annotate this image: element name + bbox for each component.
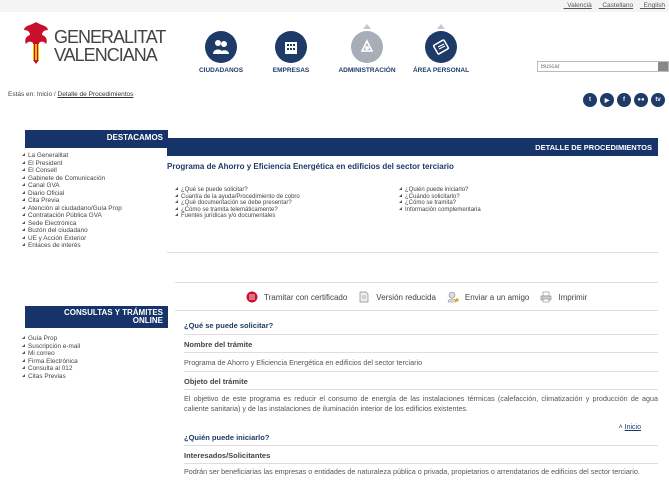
sidebar-item-citas-previas[interactable]: Citas Previas — [22, 373, 168, 381]
bat-emblem-icon — [24, 22, 48, 64]
detalle-procedimientos-header: DETALLE DE PROCEDIMIENTOS — [167, 138, 658, 156]
divider — [184, 352, 658, 353]
sidebar-item-ue[interactable]: UE y Acción Exterior — [22, 235, 168, 243]
divider — [184, 371, 658, 372]
sidebar-item-firma[interactable]: Firma Electrónica — [22, 358, 168, 366]
back-to-top-link[interactable]: ˄ Inicio — [619, 424, 641, 431]
divider — [175, 310, 658, 311]
nav-administracion[interactable]: ADMINISTRACIÓN — [327, 24, 407, 74]
sidebar-item-cita-previa[interactable]: Cita Previa — [22, 197, 168, 205]
nombre-tramite-value: Programa de Ahorro y Eficiencia Energéti… — [184, 358, 423, 367]
document-icon — [359, 291, 369, 303]
objeto-tramite-label: Objeto del trámite — [184, 377, 248, 386]
destacamos-list: La Generalitat El President El Consell G… — [22, 152, 168, 250]
interesados-label: Interesados/Solicitantes — [184, 451, 271, 460]
divider — [184, 445, 658, 446]
generalitat-logo[interactable]: GENERALITAT VALENCIANA — [22, 20, 166, 70]
tramitar-certificado-label: Tramitar con certificado — [264, 292, 348, 302]
nav-empresas[interactable]: EMPRESAS — [251, 24, 331, 74]
toc-right-list: ¿Quién puede iniciarlo? ¿Cuándo solicita… — [399, 187, 481, 213]
certificate-icon — [246, 291, 258, 303]
sidebar-item-atencion[interactable]: Atención al ciudadano/Guía Prop — [22, 205, 168, 213]
divider — [184, 463, 658, 464]
divider — [167, 252, 658, 253]
sidebar-item-contratacion[interactable]: Contratación Pública GVA — [22, 212, 168, 220]
nav-ciudadanos-label: CIUDADANOS — [198, 67, 244, 74]
lang-castellano-link[interactable]: _Castellano — [599, 2, 633, 9]
consultas-title-line2: ONLINE — [132, 316, 163, 325]
nav-ciudadanos[interactable]: CIUDADANOS — [181, 24, 261, 74]
nombre-tramite-label: Nombre del trámite — [184, 340, 253, 349]
toc-left-list: ¿Qué se puede solicitar? Cuantía de la a… — [175, 187, 300, 220]
sidebar-item-president[interactable]: El President — [22, 160, 168, 168]
citizens-icon — [205, 31, 237, 63]
administration-icon — [351, 31, 383, 63]
objeto-tramite-value: El objetivo de este programa es reducir … — [184, 394, 658, 413]
language-selector: _Valencià _Castellano _English — [564, 2, 665, 9]
consultas-header: CONSULTAS Y TRÁMITES ONLINE — [25, 306, 168, 328]
nav-area-personal-label: ÁREA PERSONAL — [412, 67, 470, 74]
logo-text-line1: GENERALITAT — [54, 27, 166, 47]
facebook-icon[interactable]: f — [617, 93, 631, 107]
lang-english-link[interactable]: _English — [640, 2, 665, 9]
divider — [184, 334, 658, 335]
send-friend-icon — [447, 291, 459, 303]
sidebar-item-guia-prop[interactable]: Guía Prop — [22, 335, 168, 343]
section-heading-que-se-puede-solicitar: ¿Qué se puede solicitar? — [184, 321, 274, 330]
sidebar-item-buzon[interactable]: Buzón del ciudadano — [22, 227, 168, 235]
tramitar-certificado-button[interactable]: Tramitar con certificado — [246, 291, 347, 303]
sidebar-item-enlaces[interactable]: Enlaces de interés — [22, 242, 168, 250]
sidebar-item-generalitat[interactable]: La Generalitat — [22, 152, 168, 160]
imprimir-label: Imprimir — [558, 292, 588, 302]
nav-empresas-label: EMPRESAS — [272, 67, 310, 74]
lang-valencia-link[interactable]: _Valencià — [564, 2, 592, 9]
youtube-icon[interactable]: ▶ — [600, 93, 614, 107]
tv-icon[interactable]: tv — [651, 93, 665, 107]
divider — [184, 389, 658, 390]
version-reducida-button[interactable]: Versión reducida — [358, 291, 436, 303]
action-bar: Tramitar con certificado Versión reducid… — [246, 291, 598, 303]
toc-documentacion[interactable]: ¿Qué documentación se debe presentar? — [175, 200, 300, 207]
divider — [175, 282, 658, 283]
sidebar-item-mi-correo[interactable]: Mi correo — [22, 350, 168, 358]
search-icon[interactable] — [658, 62, 668, 71]
print-icon — [541, 291, 552, 303]
interesados-value: Podrán ser beneficiarias las empresas o … — [184, 467, 640, 476]
breadcrumb-prefix: Estás en: Inicio / — [8, 91, 58, 98]
sidebar-item-suscripcion[interactable]: Suscripción e-mail — [22, 343, 168, 351]
nav-administracion-label: ADMINISTRACIÓN — [338, 67, 396, 74]
consultas-list: Guía Prop Suscripción e-mail Mi correo F… — [22, 335, 168, 380]
sidebar-item-consell[interactable]: El Consell — [22, 167, 168, 175]
enviar-amigo-label: Enviar a un amigo — [464, 292, 530, 302]
social-links: t ▶ f ●● tv — [583, 93, 665, 107]
twitter-icon[interactable]: t — [583, 93, 597, 107]
toc-info-complementaria[interactable]: Información complementaria — [399, 207, 481, 214]
enviar-amigo-button[interactable]: Enviar a un amigo — [447, 291, 529, 303]
personal-area-icon — [425, 31, 457, 63]
sidebar-item-gabinete[interactable]: Gabinete de Comunicación — [22, 175, 168, 183]
imprimir-button[interactable]: Imprimir — [540, 291, 587, 303]
sidebar-item-sede[interactable]: Sede Electrónica — [22, 220, 168, 228]
version-reducida-label: Versión reducida — [376, 292, 436, 302]
business-icon — [275, 31, 307, 63]
sidebar-item-012[interactable]: Consulta al 012 — [22, 365, 168, 373]
search-box — [537, 61, 669, 72]
flickr-icon[interactable]: ●● — [634, 93, 648, 107]
nav-area-personal[interactable]: ÁREA PERSONAL — [401, 24, 481, 74]
breadcrumb: Estás en: Inicio / Detalle de Procedimie… — [8, 91, 133, 98]
breadcrumb-current-link[interactable]: Detalle de Procedimientos — [58, 91, 134, 98]
toc-fuentes[interactable]: Fuentes jurídicas y/o documentales — [175, 213, 300, 220]
logo-text-line2: VALENCIANA — [54, 45, 158, 65]
search-input[interactable] — [538, 62, 653, 71]
procedure-title: Programa de Ahorro y Eficiencia Energéti… — [167, 162, 454, 171]
inicio-link-label: Inicio — [624, 424, 641, 431]
destacamos-header: DESTACAMOS — [25, 130, 168, 148]
section-heading-quien-puede-iniciarlo: ¿Quién puede iniciarlo? — [184, 433, 270, 442]
sidebar-item-diario-oficial[interactable]: Diario Oficial — [22, 190, 168, 198]
sidebar-item-canal-gva[interactable]: Canal GVA — [22, 182, 168, 190]
